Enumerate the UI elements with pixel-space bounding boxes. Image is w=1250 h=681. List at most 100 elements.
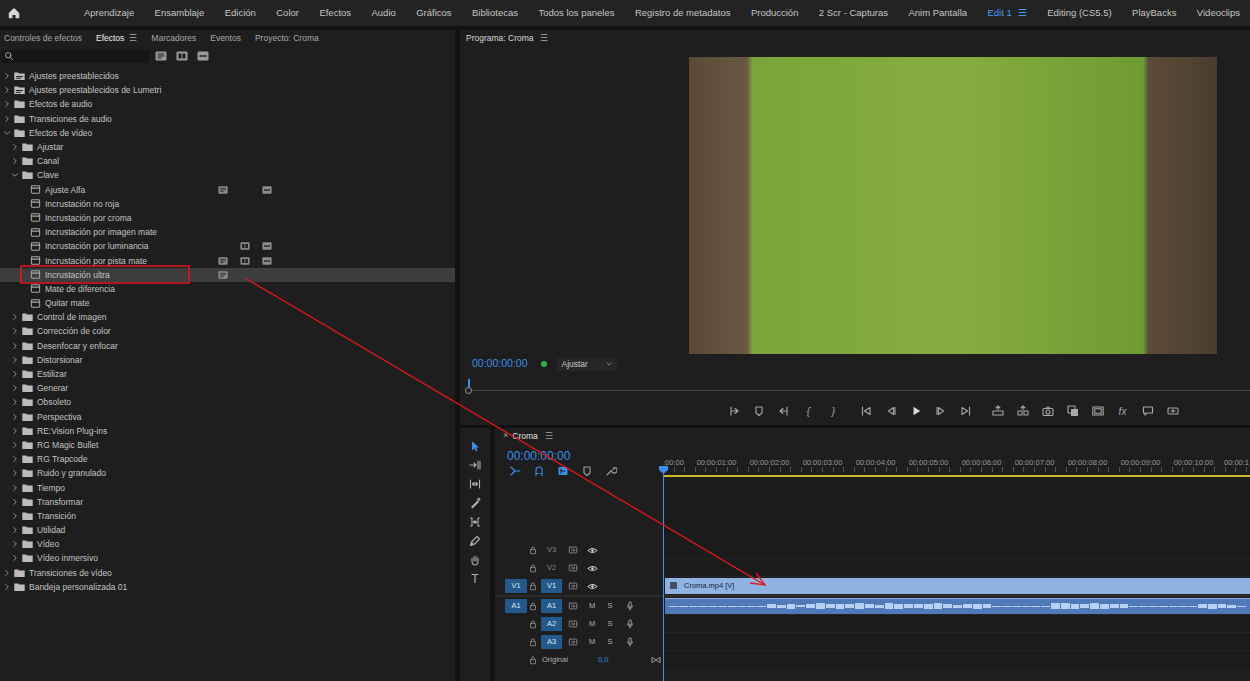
effect-label[interactable]: Ajuste Alfa [45,185,85,195]
effect-label[interactable]: Mate de diferencia [45,284,115,294]
disclosure-chevron-icon[interactable] [10,383,20,393]
folder-label[interactable]: Vídeo [37,539,59,549]
ripple-edit-tool-icon[interactable] [469,478,481,490]
disclosure-chevron-icon[interactable] [2,71,12,81]
effects-tree-row[interactable]: Distorsionar [0,353,455,367]
overlay-icon[interactable] [1065,405,1081,417]
folder-label[interactable]: Desenfocar y enfocar [37,341,118,351]
snap-icon[interactable] [533,465,545,477]
disclosure-chevron-icon[interactable] [10,156,20,166]
sequence-menu-button[interactable]: ☰ [545,430,553,443]
effects-tree-row[interactable]: Transiciones de audio [0,112,455,126]
effect-label[interactable]: Incrustación por luminancia [45,241,148,251]
workspace-label[interactable]: Registro de metadatos [635,6,731,20]
panel-tab[interactable]: Controles de efectos [4,32,82,45]
panel-tab-label[interactable]: Marcadores [151,32,196,45]
microphone-icon[interactable] [620,601,640,611]
panel-tab[interactable]: Proyecto: Croma [255,32,319,45]
source-patch[interactable]: A1 [511,600,520,611]
linked-selection-icon[interactable] [557,465,569,477]
effects-tree-row[interactable]: Bandeja personalizada 01 [0,580,455,594]
effects-tree-row[interactable]: Efectos de audio [0,97,455,111]
folder-label[interactable]: Ajustes preestablecidos de Lumetri [29,85,161,95]
disclosure-chevron-icon[interactable] [2,128,12,138]
effects-tree-row[interactable]: Incrustación por pista mate [0,253,455,267]
sync-lock-icon[interactable] [562,545,584,555]
panel-menu-button[interactable]: ☰ [129,32,137,45]
disclosure-chevron-icon[interactable] [10,426,20,436]
effects-tree-row[interactable]: Incrustación por luminancia [0,239,455,253]
btn-editor-icon[interactable] [1165,405,1181,417]
folder-label[interactable]: Ruido y granulado [37,468,106,478]
panel-tab[interactable]: Eventos [210,32,241,45]
effects-tree-row[interactable]: Clave [0,168,455,182]
workspace-tab[interactable]: Bibliotecas [472,6,518,20]
effects-tree-row[interactable]: Control de imagen [0,310,455,324]
workspace-tab[interactable]: Anim Pantalla [908,6,967,20]
workspace-label[interactable]: 2 Scr - Capturas [819,6,888,20]
workspace-tab[interactable]: Videoclips [1197,6,1240,20]
track-name[interactable]: A3 [547,636,556,647]
effect-label[interactable]: Incrustación no roja [45,199,119,209]
effects-tree-row[interactable]: Mate de diferencia [0,282,455,296]
folder-label[interactable]: Efectos de vídeo [29,128,92,138]
folder-label[interactable]: Bandeja personalizada 01 [29,582,127,592]
work-area-bar[interactable] [663,475,1250,477]
folder-label[interactable]: Perspectiva [37,412,81,422]
workspace-label[interactable]: Todos los paneles [538,6,614,20]
panel-tab-label[interactable]: Controles de efectos [4,32,82,45]
workspace-label[interactable]: Videoclips [1197,6,1240,20]
safe-icon[interactable] [1090,405,1106,417]
program-timecode[interactable]: 00:00:00:00 [472,356,527,372]
workspace-menu-button[interactable]: ☰ [1018,6,1027,20]
effect-label[interactable]: Incrustación por pista mate [45,256,147,266]
workspace-tab[interactable]: Aprendizaje [84,6,134,20]
fit-dropdown[interactable]: Ajustar [557,358,617,371]
bit32-filter-icon[interactable] [176,50,188,62]
master-end-icon[interactable] [651,655,661,665]
disclosure-chevron-icon[interactable] [10,483,20,493]
solo-button[interactable]: S [600,636,620,647]
folder-label[interactable]: Ajustes preestablecidos [29,71,119,81]
close-sequence-button[interactable]: × [503,429,508,443]
sync-lock-icon[interactable] [562,563,584,573]
folder-label[interactable]: Vídeo inmersivo [37,553,98,563]
disclosure-chevron-icon[interactable] [10,525,20,535]
effects-search-field[interactable] [2,50,149,63]
workspace-label[interactable]: Editing (CS5.5) [1047,6,1111,20]
folder-label[interactable]: RE:Vision Plug-ins [37,426,107,436]
disclosure-chevron-icon[interactable] [10,440,20,450]
workspace-tab[interactable]: Ensamblaje [155,6,205,20]
eye-icon[interactable] [584,545,600,556]
effects-tree-row[interactable]: Transiciones de vídeo [0,566,455,580]
folder-label[interactable]: Utilidad [37,525,65,535]
folder-label[interactable]: Estilizar [37,369,67,379]
accelerated-filter-icon[interactable] [155,50,167,62]
microphone-icon[interactable] [620,637,640,647]
audio-clip[interactable] [665,598,1250,614]
track-name[interactable]: A2 [547,618,556,629]
workspace-label[interactable]: Audio [371,6,395,20]
folder-label[interactable]: Tiempo [37,483,65,493]
workspace-label[interactable]: Edit 1 [987,6,1011,20]
folder-label[interactable]: Generar [37,383,68,393]
workspace-label[interactable]: Color [276,6,299,20]
track-target[interactable]: A1 [541,599,562,613]
lock-icon[interactable] [527,619,539,629]
workspace-label[interactable]: Ensamblaje [155,6,205,20]
disclosure-chevron-icon[interactable] [10,369,20,379]
disclosure-chevron-icon[interactable] [10,468,20,478]
effects-tree-row[interactable]: Incrustación por croma [0,211,455,225]
workspace-tab[interactable]: 2 Scr - Capturas [819,6,888,20]
folder-label[interactable]: Transiciones de audio [29,114,112,124]
source-patch-cell[interactable] [505,561,527,575]
go-out-icon[interactable] [958,405,974,417]
add-marker-icon[interactable] [581,465,593,477]
lock-icon[interactable] [527,601,539,611]
eye-icon[interactable] [584,563,600,574]
mute-button[interactable]: M [584,636,600,647]
effects-tree-row[interactable]: Tiempo [0,480,455,494]
eye-icon[interactable] [584,581,600,592]
folder-label[interactable]: Canal [37,156,59,166]
nest-sequence-icon[interactable] [509,465,521,477]
